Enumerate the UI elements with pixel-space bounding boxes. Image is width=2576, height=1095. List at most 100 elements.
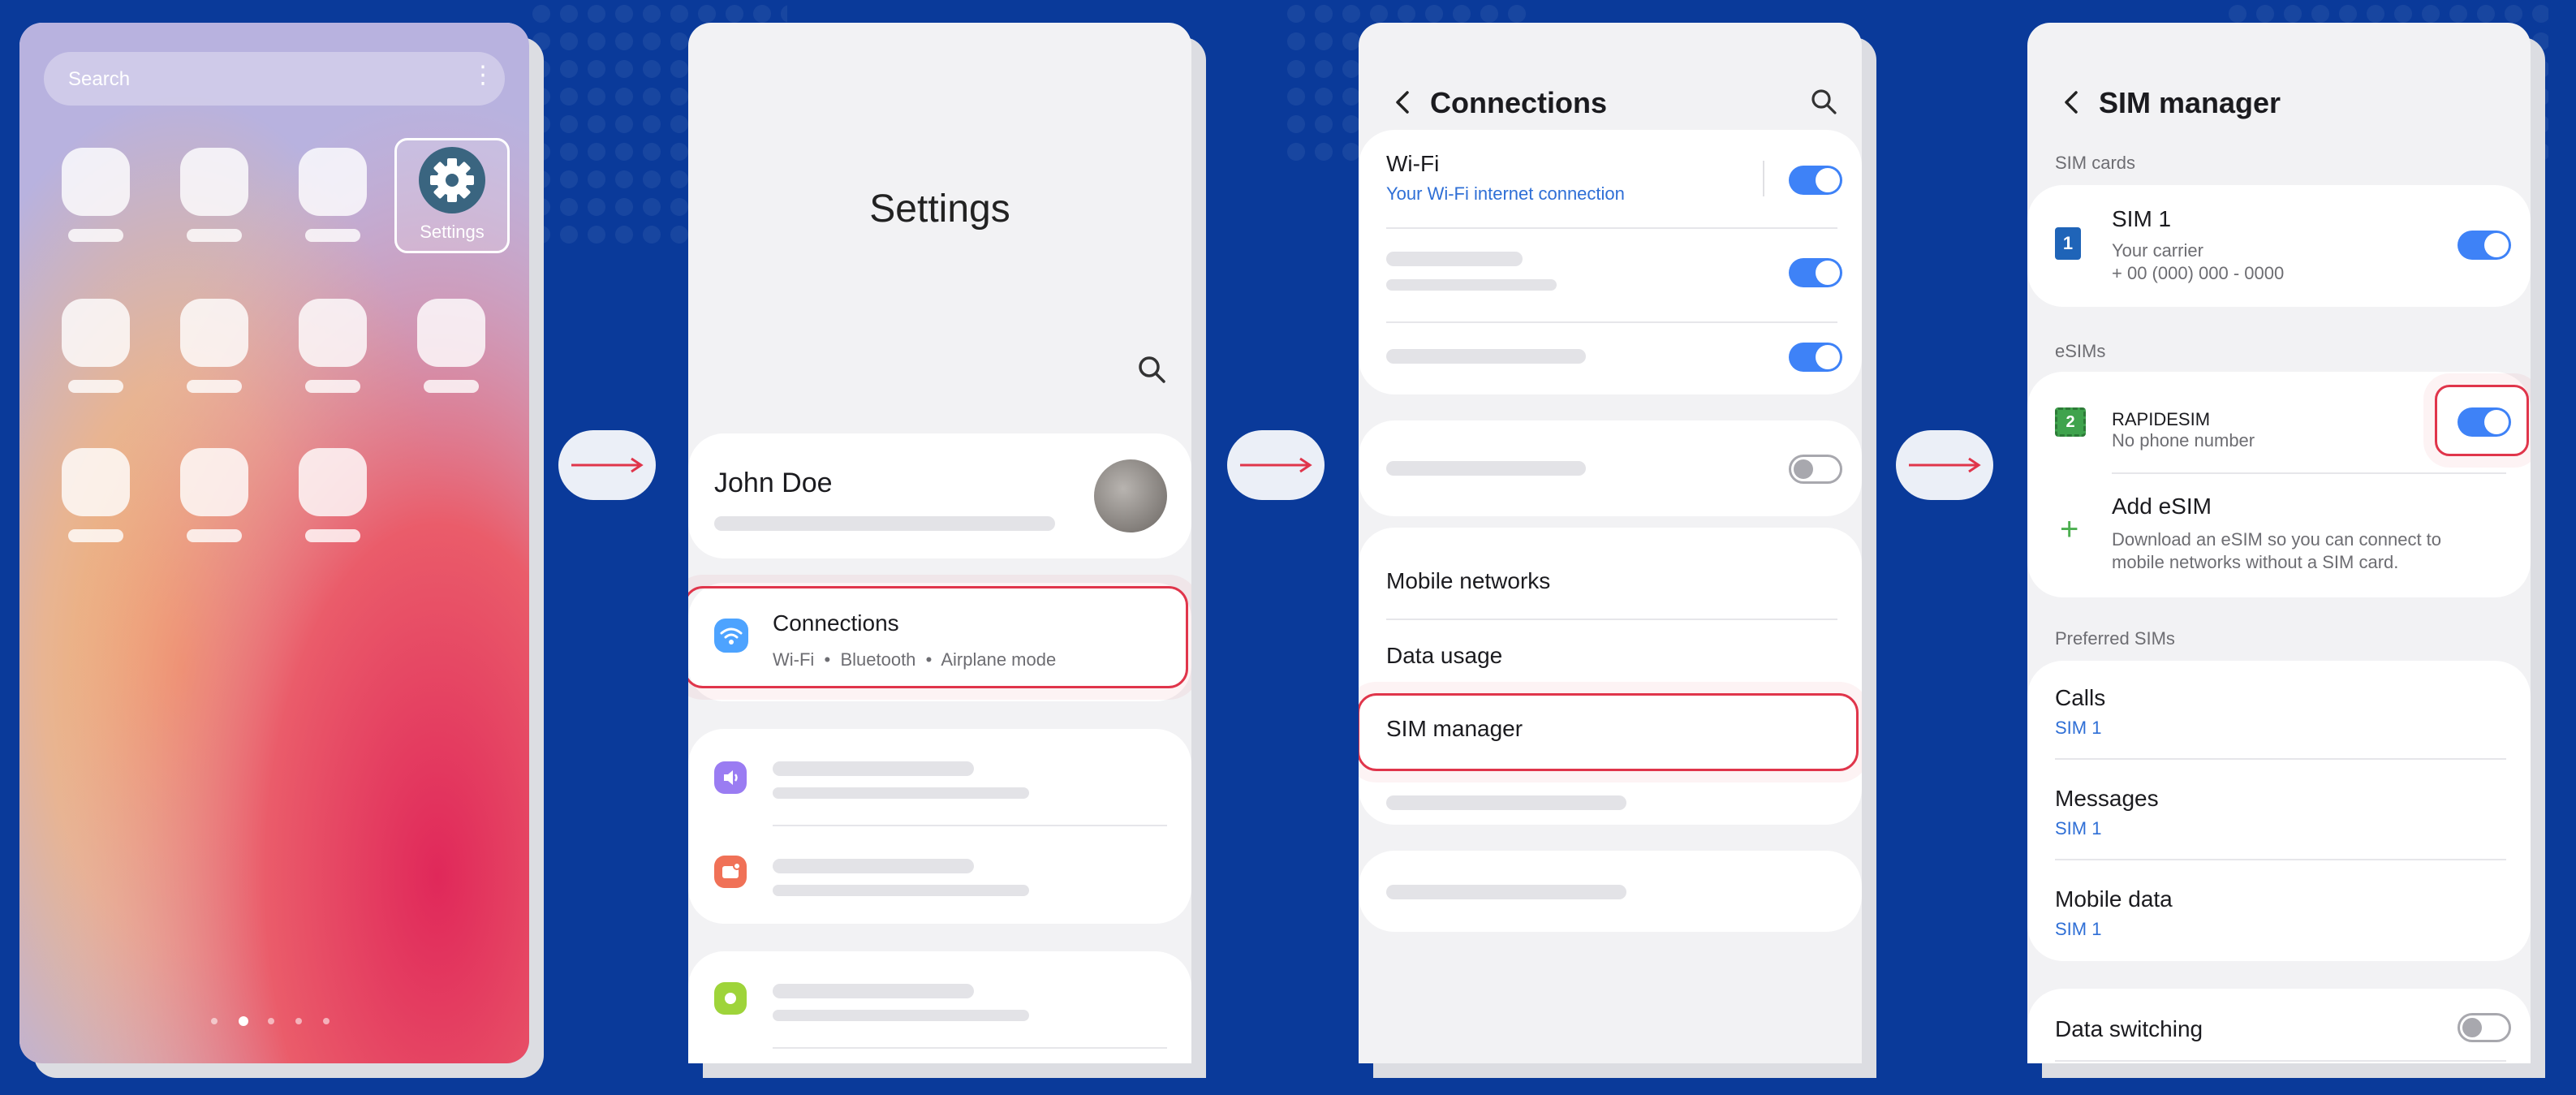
network-group-card: Mobile networks Data usage SIM manager [1359,528,1862,825]
notifications-icon [714,856,747,888]
page-dot [268,1018,274,1024]
messages-value: SIM 1 [2055,818,2102,838]
settings-group-card [688,729,1191,924]
divider [1386,321,1837,323]
settings-app-icon [419,147,485,213]
home-search-bar[interactable]: Search ⋮ [44,52,505,106]
app-icon[interactable] [299,448,367,516]
profile-card[interactable]: John Doe [688,433,1191,558]
esim-subtitle: No phone number [2112,430,2255,451]
search-icon[interactable] [1810,88,1839,117]
arrow-right-icon [571,457,644,473]
sim1-badge: 1 [2062,233,2074,253]
esim-name: RAPIDESIM [2112,409,2211,429]
placeholder-bar [1386,252,1523,266]
sim1-toggle[interactable] [2458,231,2511,260]
more-card [1359,851,1862,932]
placeholder-bar [1386,885,1626,899]
app-icon[interactable] [299,299,367,367]
divider [1386,227,1837,229]
connections-page-title: Connections [1430,86,1608,119]
placeholder-bar [1386,279,1557,291]
add-esim-description: Download an eSIM so you can connect to [2112,529,2442,550]
placeholder-bar [773,885,1029,896]
app-icon[interactable] [180,448,248,516]
placeholder-bar [714,516,1055,531]
sim1-card[interactable]: 1 SIM 1 Your carrier + 00 (000) 000 - 00… [2027,185,2531,307]
placeholder-bar [1386,349,1586,364]
placeholder-bar [773,787,1029,799]
data-switching-label[interactable]: Data switching [2055,1016,2203,1042]
esim-toggle-highlight [2435,385,2529,456]
arrow-right-icon [1909,457,1981,473]
app-icon[interactable] [299,148,367,216]
settings-app-highlight[interactable]: Settings [394,138,510,253]
avatar[interactable] [1094,459,1167,532]
app-label [305,529,360,542]
more-options-icon[interactable]: ⋮ [471,63,495,88]
home-screen: Search ⋮ Settings [19,23,529,1063]
app-icon[interactable] [62,448,130,516]
app-label [305,229,360,242]
mobile-data-label[interactable]: Mobile data [2055,886,2173,912]
setting-toggle[interactable] [1789,343,1842,372]
placeholder-bar [773,1010,1029,1021]
settings-group-card [688,951,1191,1063]
divider [773,1047,1167,1049]
home-search-placeholder: Search [68,68,131,90]
sim1-carrier: Your carrier [2112,240,2203,261]
bluetooth-toggle[interactable] [1789,258,1842,287]
page-dot [295,1018,302,1024]
wifi-title: Wi-Fi [1386,151,1440,176]
data-switching-card: Data switching [2027,989,2531,1063]
placeholder-bar [1386,795,1626,810]
step-arrow [1227,430,1325,500]
wifi-subtitle[interactable]: Your Wi-Fi internet connection [1386,183,1625,205]
step-arrow [558,430,656,500]
display-icon [714,982,747,1015]
data-usage-item[interactable]: Data usage [1386,643,1502,669]
preferred-sims-section-label: Preferred SIMs [2055,628,2175,649]
sound-icon [714,761,747,794]
add-esim-title[interactable]: Add eSIM [2112,494,2212,519]
divider [2055,758,2506,760]
sim1-title: SIM 1 [2112,206,2172,231]
data-switching-toggle[interactable] [2458,1013,2511,1042]
step-arrow [1896,430,1993,500]
mobile-data-value: SIM 1 [2055,919,2102,939]
app-label [68,529,123,542]
mobile-networks-item[interactable]: Mobile networks [1386,568,1550,594]
app-label [187,529,242,542]
airplane-card [1359,420,1862,516]
plus-icon[interactable]: + [2060,513,2078,545]
sim-manager-title: SIM manager [2099,86,2281,119]
back-icon[interactable] [1391,88,1414,117]
sim-manager-screen: SIM manager SIM cards 1 SIM 1 Your carri… [2027,23,2531,1063]
settings-screen: Settings John Doe Connections Wi-Fi • Bl… [688,23,1191,1063]
page-dot [211,1018,218,1024]
app-icon[interactable] [62,299,130,367]
connections-highlight [688,586,1188,688]
calls-label[interactable]: Calls [2055,685,2105,711]
calls-value: SIM 1 [2055,718,2102,738]
sim-cards-section-label: SIM cards [2055,153,2136,173]
settings-app-label: Settings [420,222,485,242]
airplane-toggle[interactable] [1789,455,1842,484]
back-icon[interactable] [2060,88,2083,117]
esim-chip-icon: 2 [2055,407,2086,437]
add-esim-description-2: mobile networks without a SIM card. [2112,552,2399,572]
page-indicator[interactable] [211,1015,349,1028]
search-icon[interactable] [1136,354,1169,386]
app-label [187,229,242,242]
app-icon[interactable] [62,148,130,216]
profile-name: John Doe [714,468,833,498]
placeholder-bar [773,984,974,998]
app-label [424,380,479,393]
app-icon[interactable] [180,299,248,367]
divider [773,825,1167,826]
app-icon[interactable] [180,148,248,216]
connections-screen: Connections Wi-Fi Your Wi-Fi internet co… [1359,23,1862,1063]
wifi-toggle[interactable] [1789,166,1842,195]
messages-label[interactable]: Messages [2055,786,2159,812]
app-icon[interactable] [417,299,485,367]
